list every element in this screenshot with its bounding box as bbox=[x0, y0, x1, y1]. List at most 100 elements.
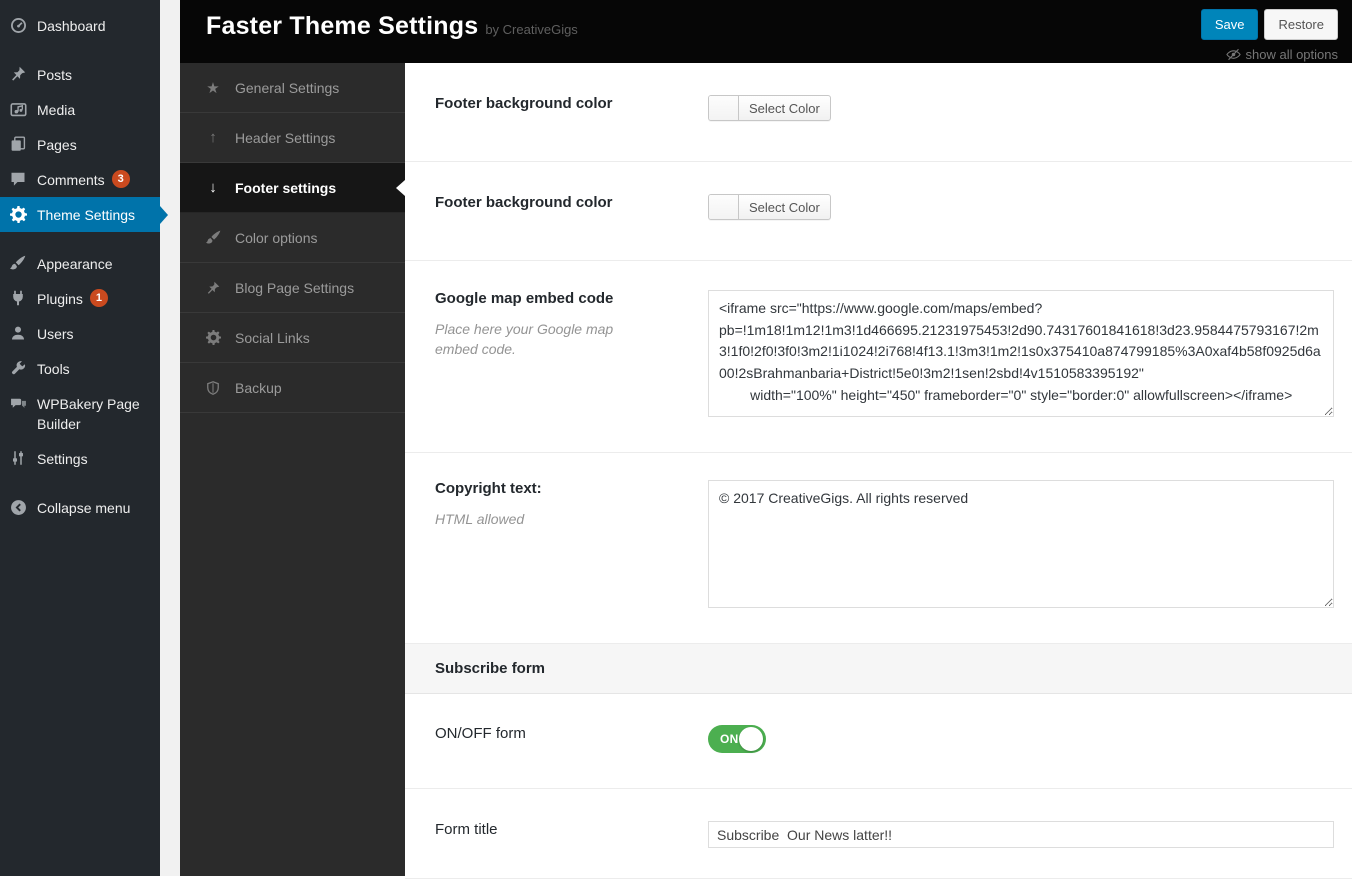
brush-icon bbox=[8, 253, 28, 273]
collapse-arrow-icon bbox=[8, 497, 28, 517]
onoff-form-toggle[interactable]: ON bbox=[708, 725, 766, 753]
tab-header-settings[interactable]: ↑ Header Settings bbox=[180, 113, 405, 163]
field-label: Footer background color bbox=[435, 95, 708, 112]
tab-label: Color options bbox=[235, 230, 318, 246]
sidebar-item-wpbakery[interactable]: WPBakery Page Builder bbox=[0, 386, 160, 441]
sidebar-item-label: Media bbox=[37, 99, 75, 120]
pushpin-icon bbox=[203, 281, 223, 295]
sidebar-item-label: Collapse menu bbox=[37, 497, 130, 518]
sidebar-item-settings[interactable]: Settings bbox=[0, 441, 160, 476]
sidebar-item-label: WPBakery Page Builder bbox=[37, 393, 154, 434]
sidebar-item-label: Theme Settings bbox=[37, 204, 135, 225]
sidebar-item-appearance[interactable]: Appearance bbox=[0, 246, 160, 281]
field-label: Form title bbox=[435, 821, 708, 838]
sidebar-item-label: Pages bbox=[37, 134, 77, 155]
tab-label: Header Settings bbox=[235, 130, 335, 146]
field-description: HTML allowed bbox=[435, 509, 650, 529]
eye-off-icon bbox=[1226, 47, 1241, 62]
field-description: Place here your Google map embed code. bbox=[435, 319, 650, 360]
shield-icon bbox=[203, 381, 223, 395]
sidebar-item-label: Appearance bbox=[37, 253, 113, 274]
tab-label: Blog Page Settings bbox=[235, 280, 354, 296]
sidebar-item-theme-settings[interactable]: Theme Settings bbox=[0, 197, 160, 232]
sidebar-item-label: Settings bbox=[37, 448, 88, 469]
tab-footer-settings[interactable]: ↓ Footer settings bbox=[180, 163, 405, 213]
select-color-label: Select Color bbox=[739, 195, 830, 219]
page-title: Faster Theme Settings by CreativeGigs bbox=[206, 12, 578, 41]
chat-bubbles-icon bbox=[8, 393, 28, 413]
pushpin-icon bbox=[8, 64, 28, 84]
sidebar-item-tools[interactable]: Tools bbox=[0, 351, 160, 386]
restore-button[interactable]: Restore bbox=[1264, 9, 1338, 40]
sidebar-item-collapse-menu[interactable]: Collapse menu bbox=[0, 490, 160, 525]
sidebar-item-label: Dashboard bbox=[37, 15, 106, 36]
select-color-button-2[interactable]: Select Color bbox=[708, 194, 831, 220]
plugins-count-badge: 1 bbox=[90, 289, 108, 307]
color-swatch bbox=[709, 195, 739, 219]
field-label: Copyright text: bbox=[435, 480, 708, 497]
copyright-textarea[interactable]: © 2017 CreativeGigs. All rights reserved bbox=[708, 480, 1334, 608]
dashboard-icon bbox=[8, 15, 28, 35]
wp-admin-sidebar: Dashboard Posts Media Pages Comments bbox=[0, 0, 160, 876]
brush-icon bbox=[203, 230, 223, 245]
media-icon bbox=[8, 99, 28, 119]
sidebar-item-label: Tools bbox=[37, 358, 70, 379]
color-swatch bbox=[709, 96, 739, 120]
google-map-embed-textarea[interactable]: <iframe src="https://www.google.com/maps… bbox=[708, 290, 1334, 417]
sliders-icon bbox=[8, 448, 28, 468]
tab-blog-page-settings[interactable]: Blog Page Settings bbox=[180, 263, 405, 313]
sidebar-item-plugins[interactable]: Plugins 1 bbox=[0, 281, 160, 316]
sidebar-item-label: Plugins bbox=[37, 288, 83, 309]
save-button[interactable]: Save bbox=[1201, 9, 1259, 40]
sidebar-item-comments[interactable]: Comments 3 bbox=[0, 162, 160, 197]
google-map-embed-row: Google map embed code Place here your Go… bbox=[405, 261, 1352, 453]
star-icon: ★ bbox=[203, 79, 223, 97]
tab-social-links[interactable]: Social Links bbox=[180, 313, 405, 363]
onoff-form-row: ON/OFF form ON bbox=[405, 694, 1352, 789]
sidebar-item-media[interactable]: Media bbox=[0, 92, 160, 127]
arrow-up-icon: ↑ bbox=[203, 129, 223, 146]
form-title-input[interactable] bbox=[708, 821, 1334, 848]
tab-label: Social Links bbox=[235, 330, 310, 346]
footer-background-color-row-1: Footer background color Select Color bbox=[405, 63, 1352, 162]
footer-background-color-row-2: Footer background color Select Color bbox=[405, 162, 1352, 261]
pages-icon bbox=[8, 134, 28, 154]
sidebar-item-dashboard[interactable]: Dashboard bbox=[0, 8, 160, 43]
gear-icon bbox=[8, 204, 28, 224]
sidebar-item-users[interactable]: Users bbox=[0, 316, 160, 351]
comment-bubble-icon bbox=[8, 169, 28, 189]
toggle-state-label: ON bbox=[720, 732, 739, 746]
subscribe-form-section-heading: Subscribe form bbox=[405, 644, 1352, 694]
select-color-label: Select Color bbox=[739, 96, 830, 120]
settings-content: Footer background color Select Color Foo… bbox=[405, 63, 1352, 876]
wrench-icon bbox=[8, 358, 28, 378]
page-title-text: Faster Theme Settings bbox=[206, 12, 478, 40]
theme-settings-tabs: ★ General Settings ↑ Header Settings ↓ F… bbox=[180, 63, 405, 876]
tab-label: General Settings bbox=[235, 80, 339, 96]
comments-count-badge: 3 bbox=[112, 170, 130, 188]
page-title-byline: by CreativeGigs bbox=[485, 22, 577, 37]
arrow-down-icon: ↓ bbox=[203, 179, 223, 196]
select-color-button-1[interactable]: Select Color bbox=[708, 95, 831, 121]
field-label: Footer background color bbox=[435, 194, 708, 211]
tab-color-options[interactable]: Color options bbox=[180, 213, 405, 263]
toggle-knob bbox=[739, 727, 763, 751]
tab-backup[interactable]: Backup bbox=[180, 363, 405, 413]
sidebar-item-pages[interactable]: Pages bbox=[0, 127, 160, 162]
plug-icon bbox=[8, 288, 28, 308]
tab-label: Footer settings bbox=[235, 180, 336, 196]
gear-icon bbox=[203, 330, 223, 345]
show-all-options-link[interactable]: show all options bbox=[1201, 47, 1338, 62]
copyright-text-row: Copyright text: HTML allowed © 2017 Crea… bbox=[405, 453, 1352, 644]
header-actions: SaveRestore show all options bbox=[1201, 9, 1338, 62]
user-icon bbox=[8, 323, 28, 343]
sidebar-item-label: Users bbox=[37, 323, 74, 344]
theme-settings-header: Faster Theme Settings by CreativeGigs Sav… bbox=[180, 0, 1352, 63]
content-background-gap bbox=[160, 0, 180, 876]
sidebar-item-posts[interactable]: Posts bbox=[0, 57, 160, 92]
tab-general-settings[interactable]: ★ General Settings bbox=[180, 63, 405, 113]
show-all-options-label: show all options bbox=[1246, 47, 1339, 62]
field-label: Google map embed code bbox=[435, 290, 708, 307]
field-label: ON/OFF form bbox=[435, 725, 708, 742]
tab-label: Backup bbox=[235, 380, 282, 396]
